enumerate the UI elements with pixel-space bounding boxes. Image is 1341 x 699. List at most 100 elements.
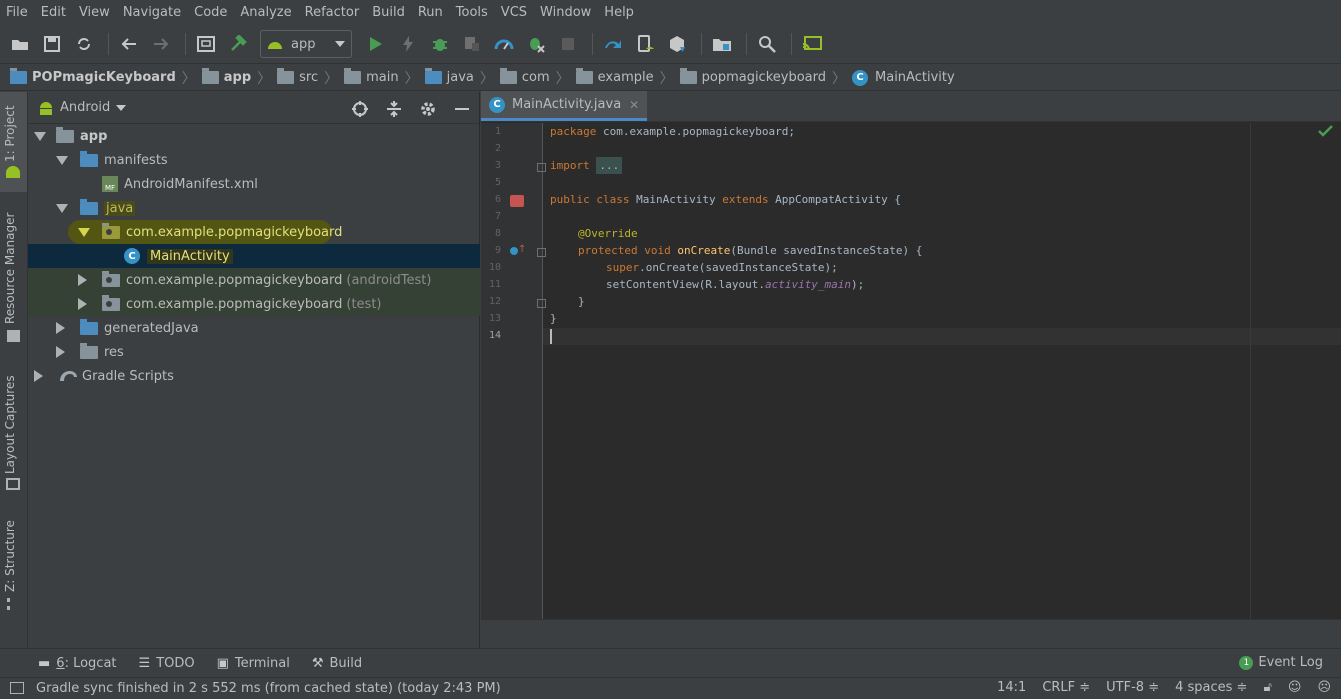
breadcrumb-label: app (223, 70, 252, 85)
override-marker-icon[interactable] (510, 247, 518, 255)
run-icon[interactable] (362, 30, 390, 58)
tree-item-mainactivity[interactable]: C MainActivity (28, 244, 480, 268)
tool-todo[interactable]: ☰ TODO (139, 656, 195, 671)
code-line-13: } (550, 310, 557, 327)
menu-window[interactable]: Window (540, 5, 591, 20)
menu-navigate[interactable]: Navigate (123, 5, 181, 20)
collapse-all-icon[interactable] (383, 98, 405, 120)
encoding-select[interactable]: UTF-8 ≑ (1106, 680, 1159, 695)
tree-item-package-main[interactable]: com.example.popmagickeyboard (28, 220, 480, 244)
menu-vcs[interactable]: VCS (501, 5, 527, 20)
caret-position[interactable]: 14:1 (997, 680, 1026, 695)
sdk-manager-icon[interactable] (663, 30, 691, 58)
tab-project[interactable]: 1: Project (3, 105, 17, 162)
menu-file[interactable]: File (6, 5, 28, 20)
feedback-icon[interactable]: ☹ (1317, 680, 1331, 695)
line-separator-select[interactable]: CRLF ≑ (1042, 680, 1090, 695)
save-icon[interactable] (38, 30, 66, 58)
module-folder-icon (56, 126, 74, 143)
navigation-breadcrumb: POPmagicKeyboard 〉 app 〉 src 〉 main 〉 ja… (0, 65, 1341, 91)
menu-refactor[interactable]: Refactor (305, 5, 360, 20)
fold-icon[interactable] (537, 299, 546, 308)
run-config-label: app (291, 36, 316, 52)
breadcrumb-com[interactable]: com (499, 68, 550, 85)
tree-item-java[interactable]: java (28, 196, 480, 220)
breadcrumb-src[interactable]: src (277, 68, 318, 85)
tree-item-gradle-scripts[interactable]: Gradle Scripts (28, 364, 480, 388)
menu-code[interactable]: Code (194, 5, 227, 20)
avd-manager-icon[interactable] (631, 30, 659, 58)
status-message[interactable]: Gradle sync finished in 2 s 552 ms (from… (36, 681, 501, 696)
build-hammer-icon: ⚒ (311, 655, 324, 671)
tool-build[interactable]: ⚒ Build (312, 656, 362, 671)
indent-select[interactable]: 4 spaces ≑ (1175, 680, 1247, 695)
sync-icon[interactable] (70, 30, 98, 58)
folded-imports[interactable]: ... (596, 157, 623, 174)
device-window-icon[interactable] (192, 30, 220, 58)
tab-resource-manager[interactable]: Resource Manager (3, 213, 17, 324)
activity-layout-icon[interactable] (510, 195, 524, 207)
folder-icon (80, 150, 98, 167)
menu-analyze[interactable]: Analyze (240, 5, 291, 20)
breadcrumb-example[interactable]: example (575, 68, 654, 85)
menu-help[interactable]: Help (604, 5, 634, 20)
breadcrumb-chevron-icon: 〉 (257, 70, 272, 87)
menu-edit[interactable]: Edit (41, 5, 66, 20)
lock-icon[interactable]: 🔓︎ (1263, 680, 1271, 695)
project-view-select[interactable]: Android (60, 100, 110, 115)
menu-run[interactable]: Run (418, 5, 443, 20)
toggle-tool-windows-icon[interactable] (10, 682, 24, 694)
tab-layout-captures[interactable]: Layout Captures (3, 375, 17, 474)
code-text: .onCreate(savedInstanceState); (639, 261, 838, 274)
breadcrumb-app[interactable]: app (201, 68, 252, 85)
tab-structure[interactable]: Z: Structure (3, 520, 17, 592)
minimize-icon[interactable] (451, 98, 473, 120)
breadcrumb-java[interactable]: java (424, 68, 474, 85)
menu-build[interactable]: Build (372, 5, 405, 20)
apply-changes-icon[interactable] (394, 30, 422, 58)
profile-icon[interactable] (490, 30, 518, 58)
attach-icon[interactable] (458, 30, 486, 58)
debug-icon[interactable] (426, 30, 454, 58)
hector-icon[interactable]: ☺ (1288, 680, 1302, 695)
stop-icon[interactable] (554, 30, 582, 58)
tree-item-res[interactable]: res (28, 340, 480, 364)
forward-icon[interactable] (147, 30, 175, 58)
run-config-select[interactable]: app (260, 30, 352, 58)
coverage-icon[interactable] (522, 30, 550, 58)
breadcrumb-main[interactable]: main (344, 68, 399, 85)
tool-logcat[interactable]: ▬ 6: Logcat (38, 656, 117, 671)
close-icon[interactable]: ✕ (629, 98, 639, 112)
locate-file-icon[interactable] (349, 98, 371, 120)
project-folder-icon (10, 68, 27, 84)
search-icon[interactable] (753, 30, 781, 58)
breadcrumb-mainactivity[interactable]: C MainActivity (852, 69, 955, 86)
open-icon[interactable] (6, 30, 34, 58)
cast-icon[interactable] (798, 30, 826, 58)
breadcrumb-popmagickeyboard[interactable]: popmagickeyboard (679, 68, 826, 85)
tree-item-androidmanifest[interactable]: MF AndroidManifest.xml (28, 172, 480, 196)
chevron-down-icon[interactable] (116, 104, 127, 111)
tree-item-generatedjava[interactable]: generatedJava (28, 316, 480, 340)
breadcrumb-chevron-icon: 〉 (404, 70, 419, 87)
fold-icon[interactable] (537, 163, 546, 172)
gear-icon[interactable] (417, 98, 439, 120)
menu-view[interactable]: View (79, 5, 110, 20)
tree-item-app[interactable]: app (28, 124, 480, 148)
tool-terminal[interactable]: ▣ Terminal (217, 656, 290, 671)
code-area[interactable]: package com.example.popmagickeyboard; im… (550, 123, 1340, 619)
tree-item-manifests[interactable]: manifests (28, 148, 480, 172)
checkmark-icon[interactable] (1318, 125, 1334, 137)
editor-tab-mainactivity[interactable]: C MainActivity.java ✕ (481, 91, 648, 121)
code-text: setContentView(R.layout. (606, 278, 765, 291)
back-icon[interactable] (115, 30, 143, 58)
tool-event-log[interactable]: 1 Event Log (1239, 655, 1323, 670)
gradle-sync-icon[interactable] (599, 30, 627, 58)
fold-icon[interactable] (537, 248, 546, 257)
tree-item-package-androidtest[interactable]: com.example.popmagickeyboard (androidTes… (28, 268, 480, 292)
make-hammer-icon[interactable] (224, 30, 252, 58)
tree-item-package-test[interactable]: com.example.popmagickeyboard (test) (28, 292, 480, 316)
breadcrumb-project[interactable]: POPmagicKeyboard (10, 68, 176, 85)
menu-tools[interactable]: Tools (456, 5, 488, 20)
project-structure-icon[interactable] (708, 30, 736, 58)
